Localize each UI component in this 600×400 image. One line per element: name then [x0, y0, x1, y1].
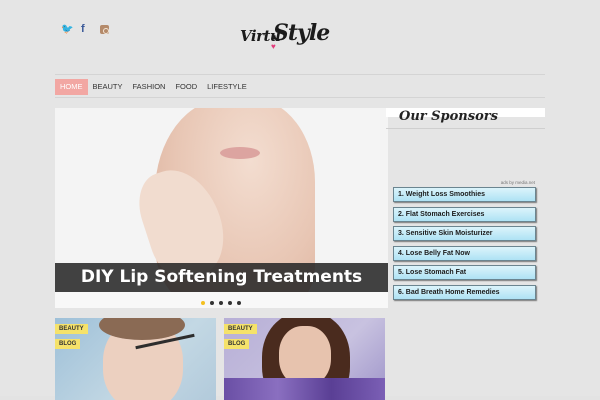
slider-dot[interactable] — [201, 301, 205, 305]
nav-divider-top — [55, 74, 545, 75]
sponsor-link[interactable]: 4. Lose Belly Fat Now — [393, 245, 536, 261]
sponsor-link[interactable]: 5. Lose Stomach Fat — [393, 265, 536, 280]
tag-blog[interactable]: BLOG — [55, 339, 81, 349]
main-nav: HOME BEAUTY FASHION FOOD LIFESTYLE — [55, 79, 252, 95]
featured-slider: DIY Lip Softening Treatments — [55, 108, 388, 308]
ads-by-label[interactable]: ads by media.net — [501, 180, 535, 185]
slider-dots — [201, 301, 241, 305]
page: 🐦 f Virtu Style ♥ HOME BEAUTY FASHION FO… — [0, 0, 600, 400]
sponsors-divider — [386, 128, 545, 129]
heart-icon: ♥ — [271, 42, 276, 51]
nav-item-lifestyle[interactable]: LIFESTYLE — [202, 79, 252, 95]
sponsor-link[interactable]: 2. Flat Stomach Exercises — [393, 206, 536, 222]
nav-item-beauty[interactable]: BEAUTY — [88, 79, 128, 95]
twitter-icon[interactable]: 🐦 — [61, 25, 73, 35]
tag-beauty[interactable]: BEAUTY — [224, 324, 257, 334]
social-links: 🐦 f — [61, 24, 109, 35]
post-card-2[interactable]: BEAUTY BLOG — [224, 318, 385, 400]
logo-word-style: Style — [273, 20, 330, 46]
nav-item-food[interactable]: FOOD — [170, 79, 202, 95]
nav-item-fashion[interactable]: FASHION — [128, 79, 171, 95]
sponsors-title: Our Sponsors — [399, 109, 498, 124]
sponsor-link[interactable]: 3. Sensitive Skin Moisturizer — [393, 226, 536, 241]
sponsor-links: 1. Weight Loss Smoothies 2. Flat Stomach… — [393, 187, 536, 304]
sponsor-link[interactable]: 1. Weight Loss Smoothies — [393, 187, 536, 202]
nav-item-home[interactable]: HOME — [55, 79, 88, 95]
lips-shape — [220, 147, 260, 159]
post-image-face — [279, 326, 331, 386]
post-card-1[interactable]: BEAUTY BLOG — [55, 318, 216, 400]
sponsor-link[interactable]: 6. Bad Breath Home Remedies — [393, 284, 536, 300]
tag-beauty[interactable]: BEAUTY — [55, 324, 88, 334]
instagram-icon[interactable] — [100, 25, 109, 34]
slide-image[interactable]: DIY Lip Softening Treatments — [55, 108, 388, 292]
post-image-lavender — [224, 378, 385, 400]
slider-dot[interactable] — [210, 301, 214, 305]
sponsors-widget: Our Sponsors ads by media.net 1. Weight … — [386, 108, 545, 308]
site-logo[interactable]: Virtu Style ♥ — [240, 18, 330, 64]
slide-caption[interactable]: DIY Lip Softening Treatments — [55, 263, 388, 292]
slider-dot[interactable] — [228, 301, 232, 305]
nav-divider-bottom — [55, 97, 545, 98]
slider-dot[interactable] — [219, 301, 223, 305]
slider-dot[interactable] — [237, 301, 241, 305]
tag-blog[interactable]: BLOG — [224, 339, 250, 349]
facebook-icon[interactable]: f — [81, 24, 90, 35]
